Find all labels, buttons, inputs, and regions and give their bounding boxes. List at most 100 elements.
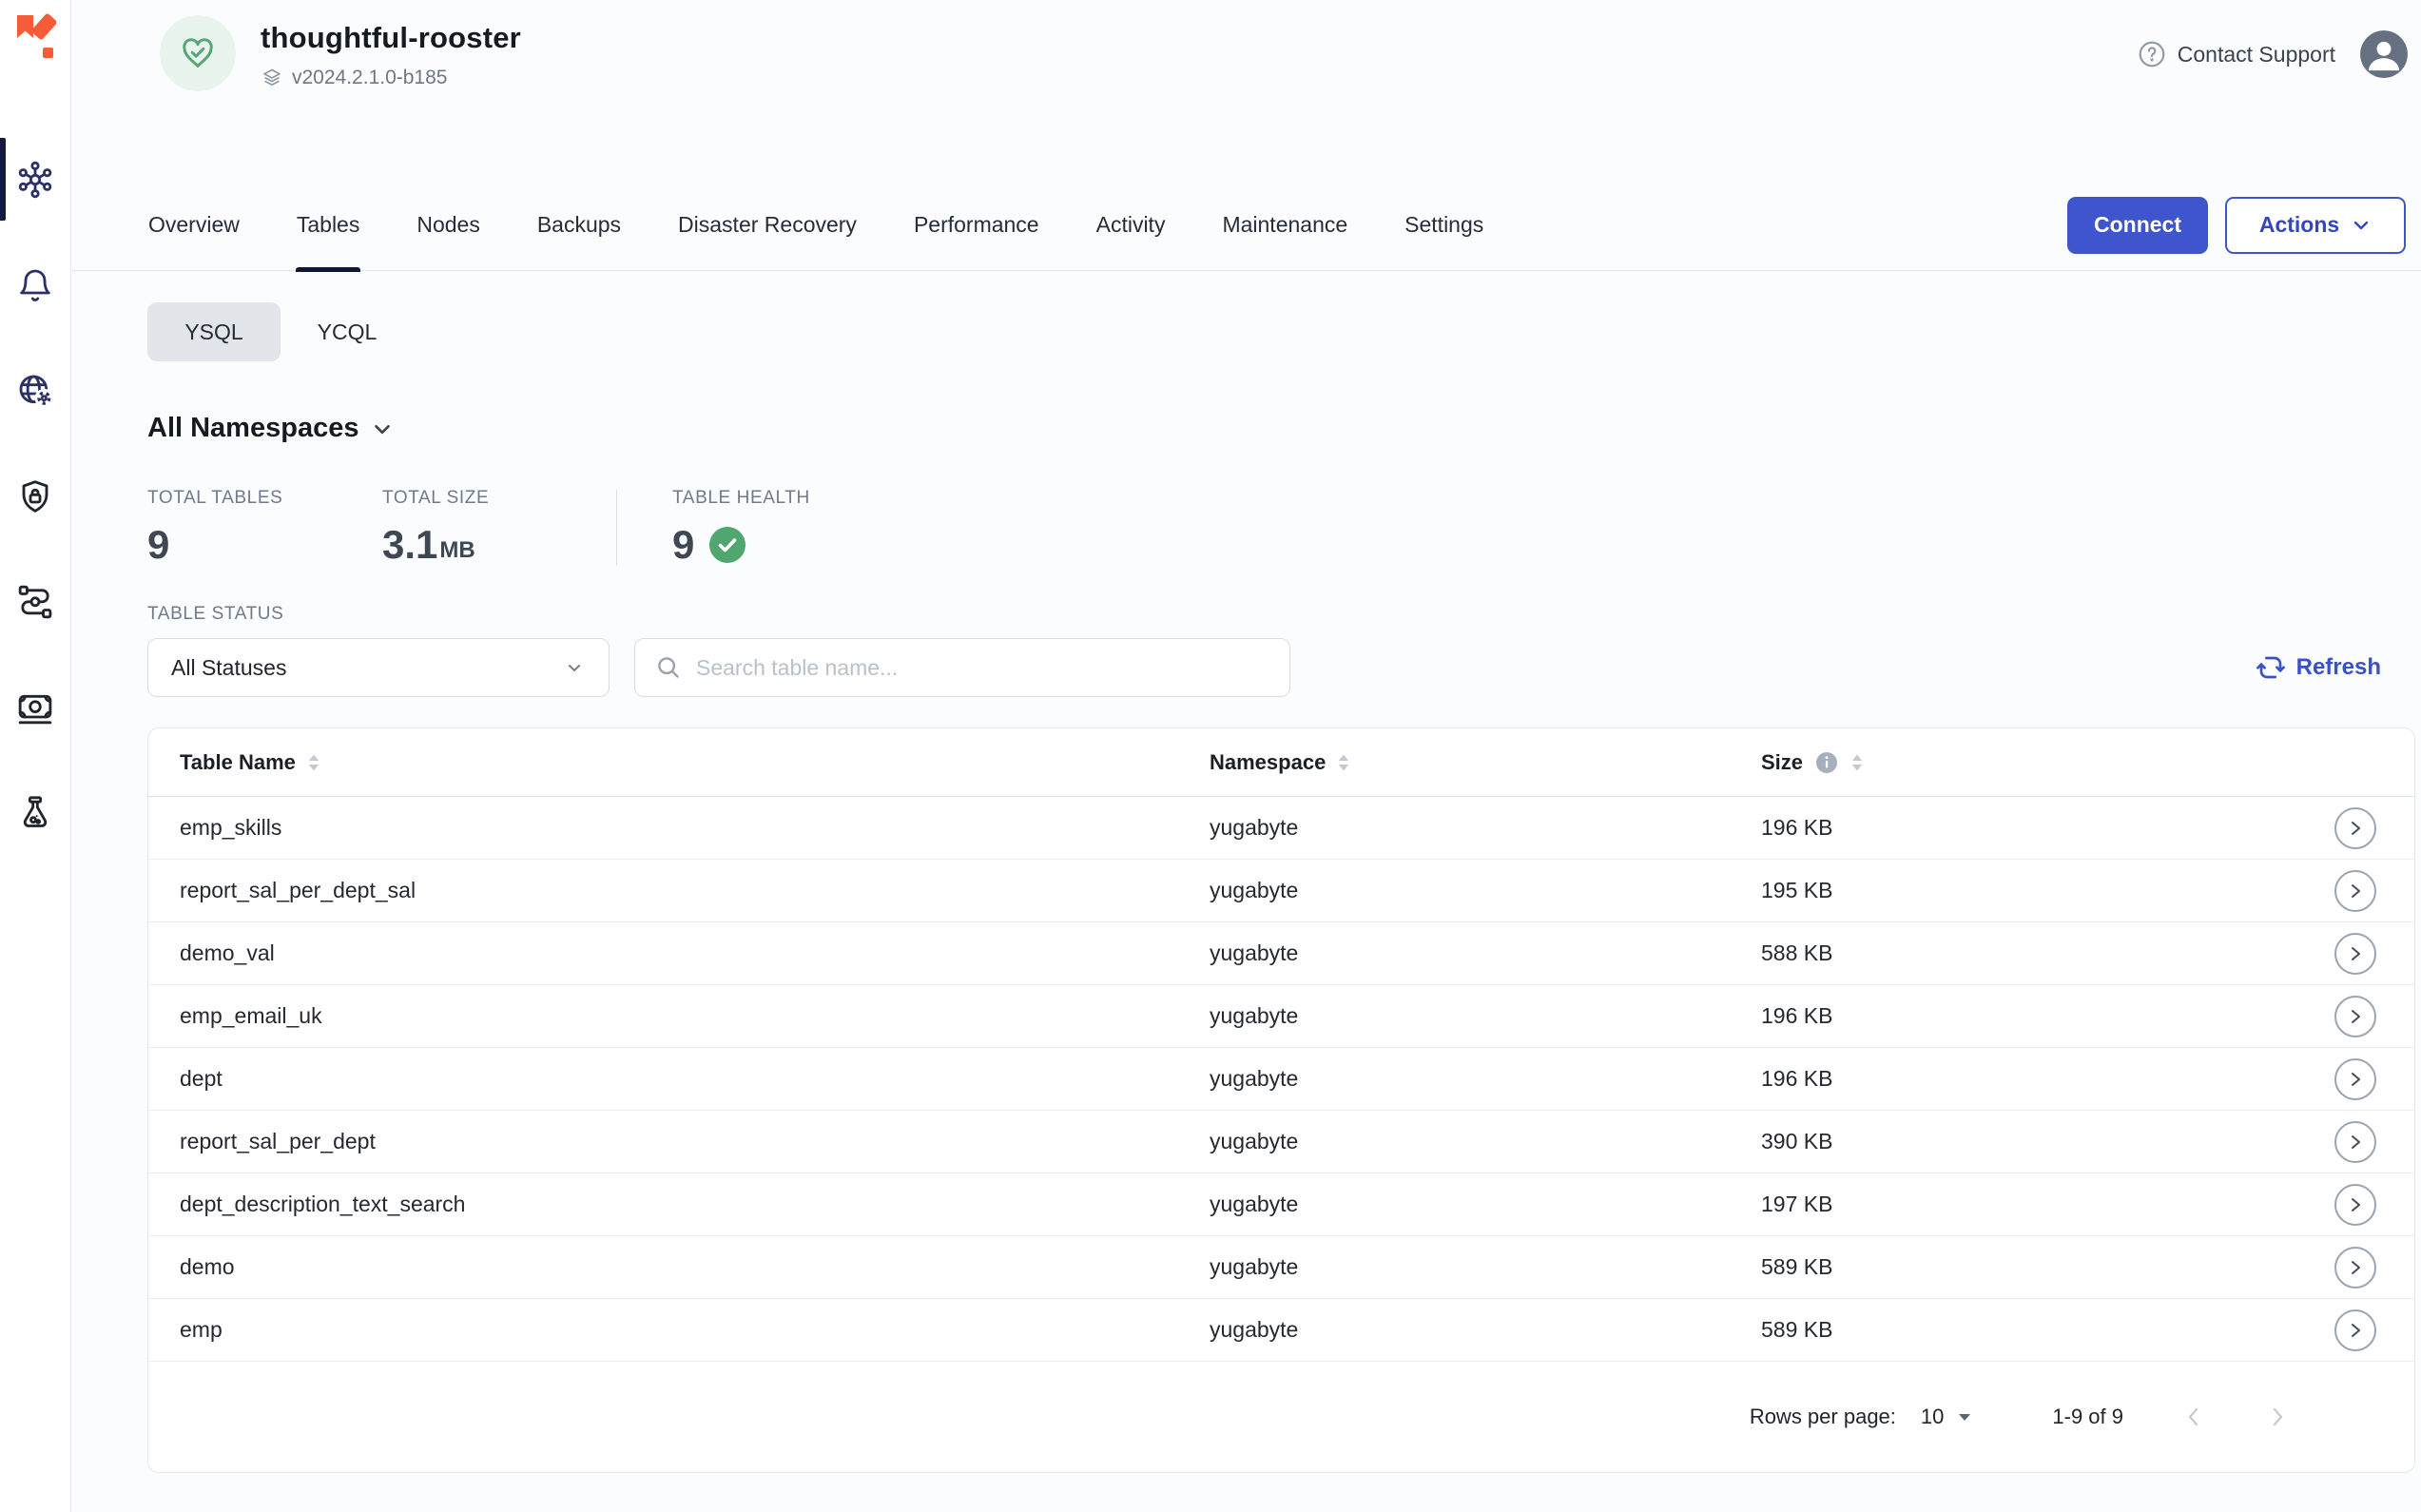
cell-table-name: demo — [180, 1254, 1210, 1280]
refresh-icon — [2256, 652, 2286, 683]
content: YSQL YCQL All Namespaces TOTAL TABLES 9 … — [71, 271, 2421, 1512]
cell-namespace: yugabyte — [1210, 1254, 1761, 1280]
refresh-label: Refresh — [2296, 654, 2381, 681]
table-row[interactable]: demo_val yugabyte 588 KB — [148, 922, 2414, 985]
cell-namespace: yugabyte — [1210, 1129, 1761, 1154]
row-expand-button[interactable] — [2334, 1247, 2376, 1289]
sidebar-item-security[interactable] — [0, 443, 70, 549]
cluster-health-badge — [160, 15, 236, 91]
sidebar-item-network[interactable] — [0, 338, 70, 443]
cell-namespace: yugabyte — [1210, 1192, 1761, 1217]
stat-value: 9 — [147, 522, 382, 568]
version-row: v2024.2.1.0-b185 — [261, 67, 521, 89]
info-icon[interactable] — [1814, 750, 1839, 775]
cell-table-name: emp_skills — [180, 815, 1210, 841]
stat-label: TOTAL SIZE — [382, 488, 616, 509]
table-row[interactable]: emp_skills yugabyte 196 KB — [148, 797, 2414, 860]
row-expand-button[interactable] — [2334, 870, 2376, 912]
row-expand-button[interactable] — [2334, 996, 2376, 1037]
tables-card: Table Name Namespace Size — [147, 727, 2415, 1473]
tab-actions: Connect Actions — [2067, 197, 2406, 254]
table-row[interactable]: demo yugabyte 589 KB — [148, 1236, 2414, 1299]
tabbar: Overview Tables Nodes Backups Disaster R… — [71, 180, 2421, 271]
cell-table-name: report_sal_per_dept — [180, 1129, 1210, 1154]
refresh-button[interactable]: Refresh — [2256, 652, 2381, 683]
tab-backups[interactable]: Backups — [536, 178, 622, 272]
status-select[interactable]: All Statuses — [147, 638, 610, 697]
api-type-toggle: YSQL YCQL — [147, 302, 2415, 361]
user-avatar[interactable] — [2360, 30, 2408, 78]
cell-size: 589 KB — [1761, 1317, 2333, 1343]
table-row[interactable]: dept_description_text_search yugabyte 19… — [148, 1173, 2414, 1236]
cell-size: 588 KB — [1761, 940, 2333, 966]
sidebar-item-clusters[interactable] — [0, 126, 70, 232]
col-table-name[interactable]: Table Name — [180, 750, 1210, 775]
rows-per-page-value: 10 — [1921, 1405, 1944, 1429]
toggle-ycql[interactable]: YCQL — [281, 302, 414, 361]
row-expand-button[interactable] — [2334, 807, 2376, 849]
sort-icon — [307, 753, 320, 772]
health-check-icon — [709, 527, 746, 563]
cell-table-name: emp — [180, 1317, 1210, 1343]
cell-size: 196 KB — [1761, 1066, 2333, 1092]
tab-settings[interactable]: Settings — [1404, 178, 1484, 272]
tab-nodes[interactable]: Nodes — [416, 178, 480, 272]
tab-performance[interactable]: Performance — [913, 178, 1040, 272]
table-row[interactable]: emp_email_uk yugabyte 196 KB — [148, 985, 2414, 1048]
billing-money-icon — [16, 688, 54, 727]
cell-table-name: dept — [180, 1066, 1210, 1092]
app-root: thoughtful-rooster v2024.2.1.0-b185 — [0, 0, 2421, 1512]
table-row[interactable]: emp yugabyte 589 KB — [148, 1299, 2414, 1362]
search-box — [634, 638, 1290, 697]
sort-icon — [1850, 753, 1864, 772]
sidebar-item-integrations[interactable] — [0, 549, 70, 654]
cell-table-name: emp_email_uk — [180, 1003, 1210, 1029]
row-expand-button[interactable] — [2334, 933, 2376, 975]
toggle-ysql[interactable]: YSQL — [147, 302, 281, 361]
tab-tables[interactable]: Tables — [296, 178, 360, 272]
rows-per-page-select[interactable]: 10 — [1921, 1405, 1972, 1429]
cell-size: 196 KB — [1761, 1003, 2333, 1029]
cell-table-name: report_sal_per_dept_sal — [180, 878, 1210, 903]
contact-support-link[interactable]: Contact Support — [2137, 39, 2335, 69]
pagination: Rows per page: 10 1-9 of 9 — [148, 1362, 2414, 1472]
table-header: Table Name Namespace Size — [148, 728, 2414, 797]
previous-page-button[interactable] — [2180, 1404, 2207, 1430]
search-icon — [654, 653, 683, 682]
sidebar-item-billing[interactable] — [0, 654, 70, 760]
table-row[interactable]: report_sal_per_dept yugabyte 390 KB — [148, 1111, 2414, 1173]
col-size[interactable]: Size — [1761, 750, 2333, 775]
sidebar-nav — [0, 126, 70, 865]
sidebar — [0, 0, 71, 1512]
next-page-button[interactable] — [2264, 1404, 2291, 1430]
actions-button[interactable]: Actions — [2225, 197, 2406, 254]
yugabyte-logo-icon[interactable] — [14, 13, 56, 61]
row-expand-button[interactable] — [2334, 1184, 2376, 1226]
stat-value: 9 — [672, 522, 810, 568]
search-input[interactable] — [696, 655, 1270, 681]
row-expand-button[interactable] — [2334, 1121, 2376, 1163]
alerts-bell-icon — [16, 266, 54, 304]
stat-label: TOTAL TABLES — [147, 488, 382, 509]
sidebar-item-labs[interactable] — [0, 760, 70, 865]
row-expand-button[interactable] — [2334, 1309, 2376, 1351]
tab-activity[interactable]: Activity — [1095, 178, 1167, 272]
row-expand-button[interactable] — [2334, 1058, 2376, 1100]
table-row[interactable]: dept yugabyte 196 KB — [148, 1048, 2414, 1111]
integrations-route-icon — [16, 583, 54, 621]
cell-table-name: demo_val — [180, 940, 1210, 966]
namespace-filter[interactable]: All Namespaces — [147, 413, 395, 444]
status-select-value: All Statuses — [171, 655, 286, 681]
stats-row: TOTAL TABLES 9 TOTAL SIZE 3.1MB TABLE HE… — [147, 488, 2415, 568]
tab-disaster-recovery[interactable]: Disaster Recovery — [677, 178, 858, 272]
connect-button[interactable]: Connect — [2067, 197, 2208, 254]
cell-namespace: yugabyte — [1210, 940, 1761, 966]
table-row[interactable]: report_sal_per_dept_sal yugabyte 195 KB — [148, 860, 2414, 922]
cell-namespace: yugabyte — [1210, 1066, 1761, 1092]
tab-maintenance[interactable]: Maintenance — [1221, 178, 1348, 272]
tab-overview[interactable]: Overview — [147, 178, 241, 272]
dropdown-triangle-icon — [1957, 1410, 1972, 1424]
col-namespace[interactable]: Namespace — [1210, 750, 1761, 775]
stat-total-size: TOTAL SIZE 3.1MB — [382, 488, 616, 568]
sidebar-item-alerts[interactable] — [0, 232, 70, 338]
